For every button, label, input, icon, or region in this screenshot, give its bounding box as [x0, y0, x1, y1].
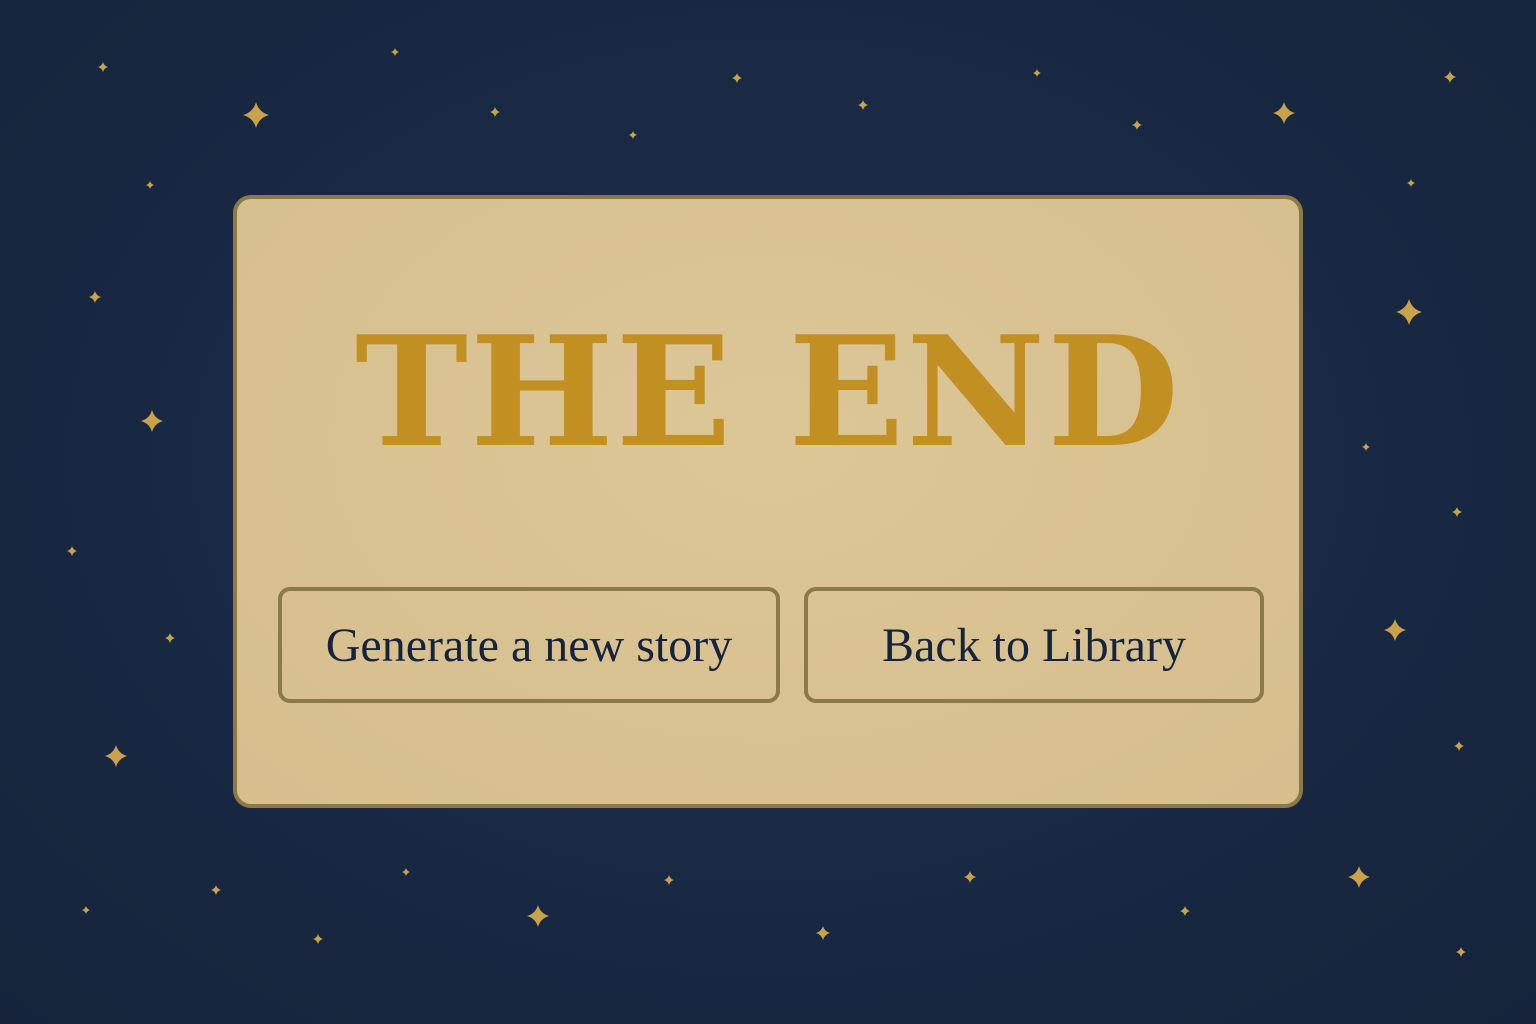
star-icon [1362, 443, 1370, 451]
star-icon [732, 73, 742, 83]
generate-new-story-button[interactable]: Generate a new story [278, 587, 780, 703]
star-icon [1456, 947, 1466, 957]
star-icon [98, 62, 108, 72]
star-icon [1384, 619, 1406, 641]
star-icon [82, 906, 90, 914]
star-icon [165, 633, 175, 643]
star-icon [243, 102, 269, 128]
star-icon [146, 181, 154, 189]
star-icon [527, 905, 549, 927]
star-icon [1444, 71, 1456, 83]
star-icon [1033, 69, 1041, 77]
star-icon [211, 885, 221, 895]
star-icon [664, 875, 674, 885]
star-icon [816, 926, 830, 940]
star-icon [1273, 102, 1295, 124]
star-icon [1180, 906, 1190, 916]
star-icon [1348, 866, 1370, 888]
star-icon [1396, 299, 1422, 325]
star-icon [313, 934, 323, 944]
star-icon [629, 131, 637, 139]
star-icon [1454, 741, 1464, 751]
page-title: THE END [354, 302, 1182, 481]
star-icon [1132, 120, 1142, 130]
end-dialog-card: THE END Generate a new story Back to Lib… [233, 195, 1303, 808]
star-icon [391, 48, 399, 56]
star-icon [490, 107, 500, 117]
star-icon [141, 410, 163, 432]
star-icon [402, 868, 410, 876]
star-icon [1452, 507, 1462, 517]
star-icon [964, 871, 976, 883]
back-to-library-button[interactable]: Back to Library [804, 587, 1264, 703]
star-icon [89, 291, 101, 303]
star-icon [105, 745, 127, 767]
star-icon [858, 100, 868, 110]
star-icon [1407, 179, 1415, 187]
star-icon [67, 546, 77, 556]
